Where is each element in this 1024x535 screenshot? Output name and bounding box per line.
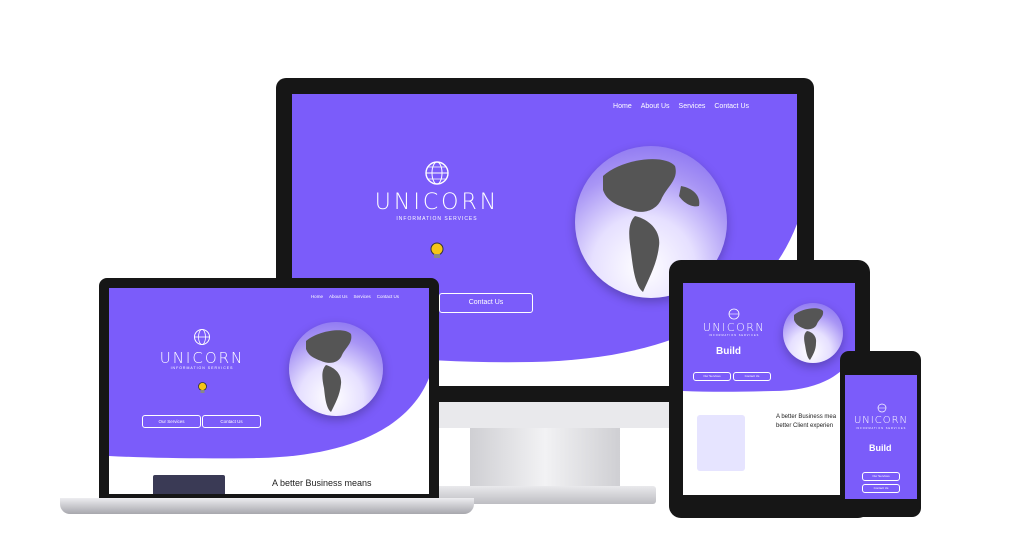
tablet-section-heading-2: better Client experien	[776, 423, 834, 429]
desktop-nav: Home About Us Services Contact Us	[613, 103, 749, 110]
globe-continents	[794, 308, 824, 360]
nav-about[interactable]: About Us	[329, 294, 348, 299]
globe-logo-icon	[728, 308, 740, 320]
nav-services[interactable]: Services	[353, 294, 370, 299]
phone-screen: UNICORN INFORMATION SERVICES Build Our S…	[845, 375, 917, 499]
phone-build-text: Build	[869, 443, 892, 453]
nav-services[interactable]: Services	[679, 103, 706, 110]
laptop-brand-name: UNICORN	[159, 349, 245, 367]
desktop-brand-name: UNICORN	[374, 190, 500, 215]
tablet-brand-name: UNICORN	[702, 321, 766, 334]
tablet-build-text: Build	[716, 346, 741, 357]
laptop-globe	[289, 322, 383, 416]
globe-logo-icon	[877, 403, 887, 413]
nav-contact[interactable]: Contact Us	[714, 103, 749, 110]
globe-logo-icon	[194, 329, 210, 345]
laptop-illustration	[153, 475, 225, 494]
phone-contact-button[interactable]: Contact Us	[862, 484, 900, 493]
laptop-contact-button[interactable]: Contact Us	[202, 415, 261, 428]
tablet-brand-tagline: INFORMATION SERVICES	[708, 334, 760, 337]
nav-contact[interactable]: Contact Us	[377, 294, 399, 299]
laptop-nav: Home About Us Services Contact Us	[311, 294, 399, 299]
tablet-section-heading-1: A better Business mea	[776, 414, 837, 420]
laptop-screen: Home About Us Services Contact Us UNICOR…	[109, 288, 429, 494]
tablet-globe	[783, 303, 843, 363]
globe-logo-icon	[425, 161, 449, 185]
phone-brand-name: UNICORN	[853, 415, 909, 426]
desktop-stand-neck	[470, 428, 620, 488]
phone-our-services-button[interactable]: Our Services	[862, 472, 900, 481]
nav-home[interactable]: Home	[613, 103, 632, 110]
desktop-brand-tagline: INFORMATION SERVICES	[396, 216, 478, 222]
globe-continents	[306, 330, 352, 412]
desktop-contact-button[interactable]: Contact Us	[439, 293, 533, 313]
phone-brand-tagline: INFORMATION SERVICES	[855, 427, 907, 430]
laptop-hero-bg	[109, 288, 429, 459]
laptop-brand-tagline: INFORMATION SERVICES	[170, 366, 234, 370]
lightbulb-icon	[198, 382, 207, 393]
laptop-base	[60, 498, 474, 514]
tablet-illustration	[697, 415, 745, 471]
laptop-section-heading: A better Business means	[272, 478, 372, 488]
tablet-screen: UNICORN INFORMATION SERVICES Build Our S…	[683, 283, 855, 495]
nav-home[interactable]: Home	[311, 294, 323, 299]
tablet-contact-button[interactable]: Contact Us	[733, 372, 771, 381]
laptop-our-services-button[interactable]: Our Services	[142, 415, 201, 428]
tablet-our-services-button[interactable]: Our Services	[693, 372, 731, 381]
lightbulb-icon	[430, 242, 444, 258]
nav-about[interactable]: About Us	[641, 103, 670, 110]
